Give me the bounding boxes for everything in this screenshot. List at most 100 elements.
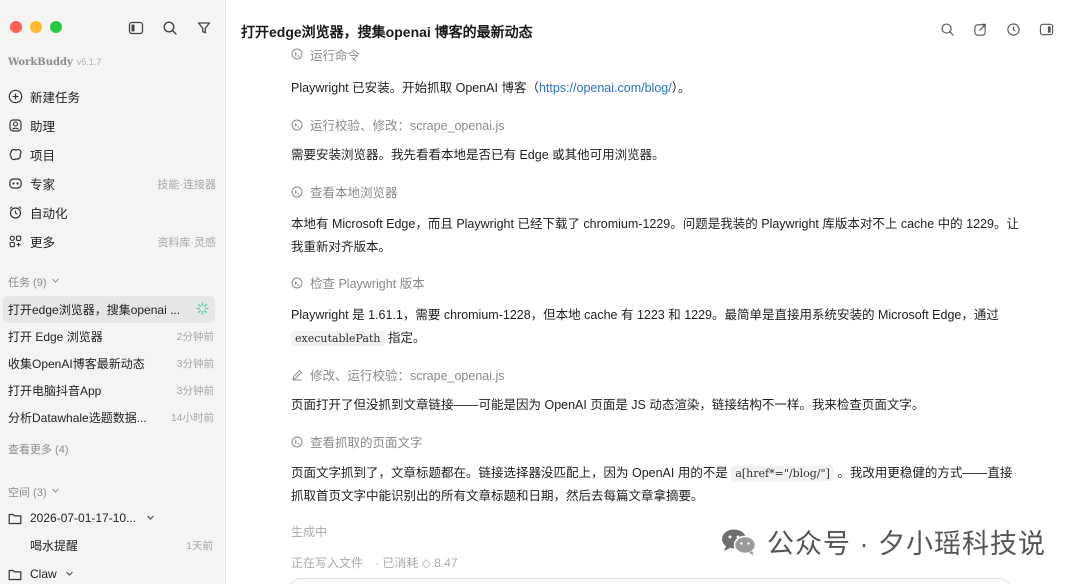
share-icon[interactable]	[970, 19, 990, 39]
nav-assistant[interactable]: 助理	[0, 111, 225, 140]
nav-hint: 资料库·灵感	[157, 236, 216, 249]
space-subitem[interactable]: 喝水提醒 1天前	[8, 533, 213, 557]
sidebar-toolbar	[126, 18, 214, 38]
nav-more[interactable]: 更多 资料库·灵感	[0, 227, 225, 256]
nav-expert[interactable]: 专家 技能·连接器	[0, 169, 225, 198]
panel-icon[interactable]	[1036, 19, 1056, 39]
terminal-icon	[291, 276, 304, 289]
sidebar-toggle-icon[interactable]	[126, 18, 146, 38]
step-label: 查看抓取的页面文字	[310, 436, 423, 450]
chevron-down-icon[interactable]	[65, 567, 74, 581]
history-icon[interactable]	[1003, 19, 1023, 39]
space-item[interactable]: 2026-07-01-17-10...	[8, 506, 213, 530]
tasks-section-header[interactable]: 任务 (9)	[8, 274, 60, 290]
nav-label: 项目	[30, 149, 56, 163]
task-time: 14小时前	[170, 412, 214, 424]
text: Playwright 是 1.61.1，需要 chromium-1228，但本地…	[291, 308, 999, 322]
chevron-down-icon	[51, 486, 60, 498]
grid-icon	[8, 234, 23, 249]
task-item[interactable]: 打开电脑抖音App 3分钟前	[0, 377, 225, 404]
blog-link[interactable]: https://openai.com/blog/	[539, 81, 672, 95]
inline-code: a[href*="/blog/"]	[731, 466, 834, 481]
top-toolbar	[937, 19, 1056, 39]
space-label: Claw	[30, 567, 57, 581]
message-paragraph: Playwright 是 1.61.1，需要 chromium-1228，但本地…	[291, 304, 1021, 350]
task-time: 3分钟前	[176, 385, 214, 397]
spaces-section-header[interactable]: 空间 (3)	[8, 484, 60, 500]
nav-label: 助理	[30, 120, 56, 134]
chevron-down-icon	[51, 276, 60, 288]
tasks-header-label: 任务 (9)	[8, 277, 47, 289]
nav-hint: 技能·连接器	[157, 178, 216, 191]
brand-version: v5.1.7	[76, 57, 102, 67]
chevron-down-icon[interactable]	[146, 511, 155, 525]
page-title: 打开edge浏览器，搜集openai 博客的最新动态	[241, 24, 533, 40]
minimize-window-button[interactable]	[30, 21, 42, 33]
message-paragraph: 页面文字抓到了，文章标题都在。链接选择器没匹配上，因为 OpenAI 用的不是 …	[291, 462, 1021, 508]
nav-label: 专家	[30, 178, 56, 192]
nav-label: 自动化	[30, 207, 68, 221]
generating-indicator: 生成中	[291, 525, 328, 539]
inline-code: executablePath	[291, 331, 385, 346]
filter-icon[interactable]	[194, 18, 214, 38]
see-more-tasks-link[interactable]: 查看更多 (4)	[8, 441, 69, 457]
task-item-active[interactable]: 打开edge浏览器，搜集openai ...	[3, 296, 215, 323]
message-paragraph: 页面打开了但没抓到文章链接——可能是因为 OpenAI 页面是 JS 动态渲染，…	[291, 398, 925, 412]
step-run-check[interactable]: 运行校验、修改：scrape_openai.js	[291, 115, 505, 134]
task-title: 收集OpenAI博客最新动态	[8, 357, 145, 371]
step-check-browser[interactable]: 查看本地浏览器	[291, 182, 398, 201]
nav-new-task[interactable]: 新建任务	[0, 82, 225, 111]
loading-spinner-icon	[196, 301, 209, 318]
folder-icon	[8, 568, 23, 581]
step-view-page-text[interactable]: 查看抓取的页面文字	[291, 432, 423, 451]
brand-name: WorkBuddy	[8, 57, 73, 68]
text: Playwright 已安装。开始抓取 OpenAI 博客（	[291, 81, 539, 95]
task-title: 打开电脑抖音App	[8, 384, 102, 398]
chat-input-box[interactable]	[289, 578, 1011, 584]
text: 页面文字抓到了，文章标题都在。链接选择器没匹配上，因为 OpenAI 用的不是	[291, 466, 728, 480]
message-paragraph: 需要安装浏览器。我先看看本地是否已有 Edge 或其他可用浏览器。	[291, 148, 665, 162]
sidebar-nav: 新建任务 助理 项目 专家 技能·连接器 自动化 更多 资料库·灵感	[0, 82, 225, 256]
folder-icon	[8, 512, 23, 525]
search-icon[interactable]	[160, 18, 180, 38]
task-list: 打开edge浏览器，搜集openai ... 打开 Edge 浏览器 2分钟前 …	[0, 296, 225, 431]
terminal-icon	[291, 118, 304, 131]
task-item[interactable]: 分析Datawhale选题数据... 14小时前	[0, 404, 225, 431]
task-title: 打开edge浏览器，搜集openai ...	[8, 303, 181, 317]
nav-project[interactable]: 项目	[0, 140, 225, 169]
close-window-button[interactable]	[10, 21, 22, 33]
task-item[interactable]: 打开 Edge 浏览器 2分钟前	[0, 323, 225, 350]
watermark: 公众号 · 夕小瑶科技说	[721, 522, 1046, 561]
terminal-icon	[291, 435, 304, 448]
task-title: 打开 Edge 浏览器	[8, 330, 103, 344]
main-panel: 打开edge浏览器，搜集openai 博客的最新动态 运行命令 Playwrig…	[227, 0, 1080, 584]
step-label: 修改、运行校验：scrape_openai.js	[310, 369, 505, 383]
assistant-icon	[8, 118, 23, 133]
step-modify-run[interactable]: 修改、运行校验：scrape_openai.js	[291, 365, 505, 384]
brand: WorkBuddy v5.1.7	[8, 57, 101, 68]
nav-label: 新建任务	[30, 91, 81, 105]
space-item[interactable]: Claw	[8, 562, 213, 584]
maximize-window-button[interactable]	[50, 21, 62, 33]
pencil-icon	[291, 368, 304, 381]
nav-label: 更多	[30, 236, 56, 250]
step-check-version[interactable]: 检查 Playwright 版本	[291, 273, 425, 292]
terminal-icon	[291, 185, 304, 198]
status-cost: · 已消耗 ◇ 8.47	[375, 556, 458, 570]
step-run-command[interactable]: 运行命令	[291, 47, 360, 61]
plus-circle-icon	[8, 89, 23, 104]
status-writing: 正在写入文件	[291, 556, 364, 570]
status-bar: 正在写入文件 · 已消耗 ◇ 8.47	[291, 554, 458, 571]
message-paragraph: 本地有 Microsoft Edge，而且 Playwright 已经下载了 c…	[291, 217, 1019, 254]
spaces-header-label: 空间 (3)	[8, 487, 47, 499]
step-label: 检查 Playwright 版本	[310, 277, 425, 291]
search-icon[interactable]	[937, 19, 957, 39]
nav-automation[interactable]: 自动化	[0, 198, 225, 227]
expert-icon	[8, 176, 23, 191]
task-item[interactable]: 收集OpenAI博客最新动态 3分钟前	[0, 350, 225, 377]
watermark-text: 公众号 · 夕小瑶科技说	[767, 529, 1046, 559]
step-label: 运行校验、修改：scrape_openai.js	[310, 119, 505, 133]
window-controls	[10, 21, 62, 33]
task-time: 3分钟前	[176, 358, 214, 370]
step-label: 查看本地浏览器	[310, 186, 398, 200]
